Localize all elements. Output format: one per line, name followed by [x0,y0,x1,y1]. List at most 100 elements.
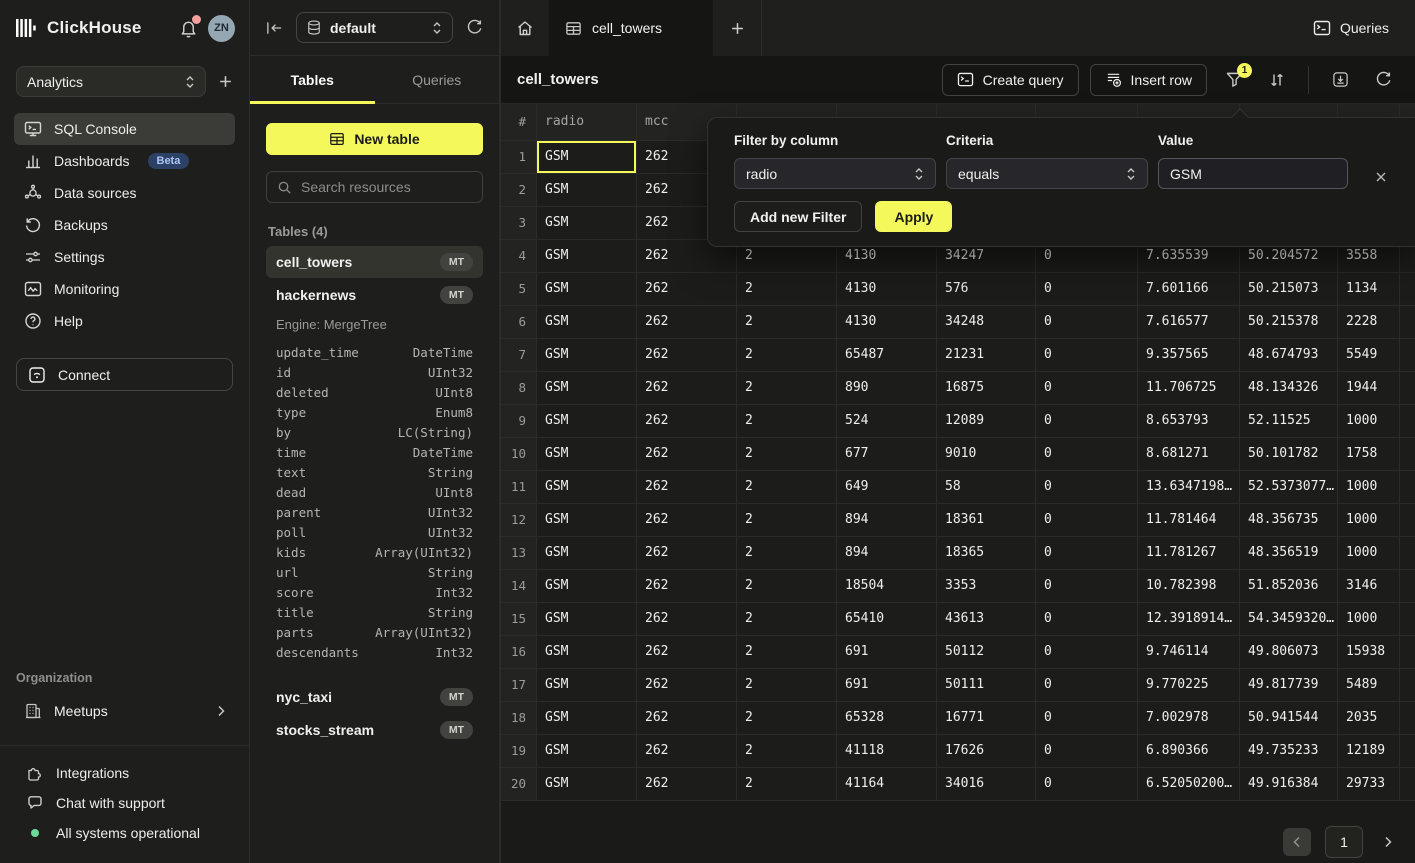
table-cell[interactable]: 65328 [837,702,937,735]
sort-button[interactable] [1261,64,1293,96]
table-cell[interactable]: 3353 [937,570,1036,603]
table-cell[interactable]: 41118 [837,735,937,768]
table-cell[interactable]: 2 [737,537,837,570]
table-cell[interactable]: 262 [637,603,737,636]
table-cell[interactable]: 894 [837,504,937,537]
table-cell[interactable]: 262 [637,669,737,702]
table-cell[interactable]: 2228 [1338,306,1400,339]
table-cell[interactable]: 41164 [837,768,937,801]
add-new-filter-button[interactable]: Add new Filter [734,201,862,232]
sidebar-item-meetups[interactable]: Meetups [14,695,235,727]
table-cell[interactable]: 12089 [937,405,1036,438]
table-cell[interactable]: 9010 [937,438,1036,471]
table-cell[interactable]: 0 [1036,438,1138,471]
table-cell[interactable]: 10.782398 [1138,570,1240,603]
insert-row-button[interactable]: Insert row [1090,64,1207,96]
tab-queries[interactable]: Queries [375,56,500,103]
table-list-item-hackernews[interactable]: hackernewsMT [266,279,483,311]
table-cell[interactable]: 8.681271 [1138,438,1240,471]
table-list-item-nyc-taxi[interactable]: nyc_taxiMT [266,681,483,713]
table-cell[interactable]: 2 [737,438,837,471]
sidebar-item-dashboards[interactable]: DashboardsBeta [14,145,235,177]
sidebar-item-data-sources[interactable]: Data sources [14,177,235,209]
table-cell[interactable]: GSM [537,405,637,438]
table-cell[interactable]: 0 [1036,603,1138,636]
table-cell[interactable]: 894 [837,537,937,570]
tab-cell-towers[interactable]: cell_towers [549,0,713,56]
table-cell[interactable]: 34016 [937,768,1036,801]
table-cell[interactable]: 0 [1036,504,1138,537]
table-list-item-cell-towers[interactable]: cell_towersMT [266,246,483,278]
table-cell[interactable]: 262 [637,273,737,306]
table-cell[interactable]: 262 [637,471,737,504]
table-cell[interactable]: GSM [537,471,637,504]
table-cell[interactable]: 12189 [1338,735,1400,768]
table-cell[interactable]: 49.817739 [1240,669,1338,702]
table-cell[interactable]: 0 [1036,306,1138,339]
table-cell[interactable]: 9.746114 [1138,636,1240,669]
table-cell[interactable]: 9.357565 [1138,339,1240,372]
table-list-item-stocks-stream[interactable]: stocks_streamMT [266,714,483,746]
table-cell[interactable]: 11.781267 [1138,537,1240,570]
table-cell[interactable]: GSM [537,273,637,306]
filter-value-input[interactable] [1158,158,1348,189]
table-cell[interactable]: 2 [737,603,837,636]
table-cell[interactable]: GSM [537,438,637,471]
table-cell[interactable]: 262 [637,372,737,405]
table-cell[interactable]: 8.653793 [1138,405,1240,438]
table-cell[interactable]: 7.601166 [1138,273,1240,306]
table-cell[interactable]: 0 [1036,372,1138,405]
table-cell[interactable]: 49.735233 [1240,735,1338,768]
table-cell[interactable]: 262 [637,768,737,801]
table-cell[interactable]: 52.11525 [1240,405,1338,438]
next-page-button[interactable] [1377,828,1399,856]
table-cell[interactable]: 576 [937,273,1036,306]
collapse-panel-button[interactable] [266,21,283,35]
table-cell[interactable]: 0 [1036,768,1138,801]
table-cell[interactable]: 262 [637,339,737,372]
filter-column-select[interactable]: radio [734,158,936,189]
table-cell[interactable]: 12.3918914… [1138,603,1240,636]
table-cell[interactable]: 11.706725 [1138,372,1240,405]
table-cell[interactable]: 34248 [937,306,1036,339]
table-cell[interactable]: 262 [637,504,737,537]
table-cell[interactable]: 52.5373077… [1240,471,1338,504]
table-cell[interactable]: GSM [537,207,637,240]
table-cell[interactable]: 18365 [937,537,1036,570]
table-cell[interactable]: 524 [837,405,937,438]
table-cell[interactable]: 2 [737,405,837,438]
sidebar-item-all-systems-operational[interactable]: All systems operational [0,818,249,848]
table-cell[interactable]: GSM [537,240,637,273]
table-cell[interactable]: GSM [537,372,637,405]
table-cell[interactable]: 0 [1036,537,1138,570]
table-cell[interactable]: 5549 [1338,339,1400,372]
table-cell[interactable]: 1000 [1338,603,1400,636]
table-cell[interactable]: 691 [837,669,937,702]
table-cell[interactable]: 262 [637,735,737,768]
table-cell[interactable]: 2 [737,504,837,537]
table-cell[interactable]: 2 [737,306,837,339]
sidebar-item-monitoring[interactable]: Monitoring [14,273,235,305]
table-cell[interactable]: 54.3459320… [1240,603,1338,636]
table-cell[interactable]: 2 [737,702,837,735]
table-cell[interactable]: GSM [537,768,637,801]
table-cell[interactable]: 50112 [937,636,1036,669]
table-cell[interactable]: 16771 [937,702,1036,735]
table-cell[interactable]: 50.101782 [1240,438,1338,471]
table-cell[interactable]: GSM [537,735,637,768]
table-cell[interactable]: GSM [537,570,637,603]
download-button[interactable] [1324,64,1356,96]
table-cell[interactable]: 21231 [937,339,1036,372]
table-cell[interactable]: 11.781464 [1138,504,1240,537]
table-cell[interactable]: 2 [737,768,837,801]
table-cell[interactable]: GSM [537,141,637,174]
filter-button[interactable]: 1 [1218,64,1250,96]
table-cell[interactable]: 49.806073 [1240,636,1338,669]
table-cell[interactable]: 0 [1036,339,1138,372]
table-cell[interactable]: 0 [1036,570,1138,603]
table-cell[interactable]: 0 [1036,702,1138,735]
table-cell[interactable]: 262 [637,636,737,669]
home-tab[interactable] [501,0,549,56]
table-cell[interactable]: 1134 [1338,273,1400,306]
connect-button[interactable]: Connect [16,358,233,391]
